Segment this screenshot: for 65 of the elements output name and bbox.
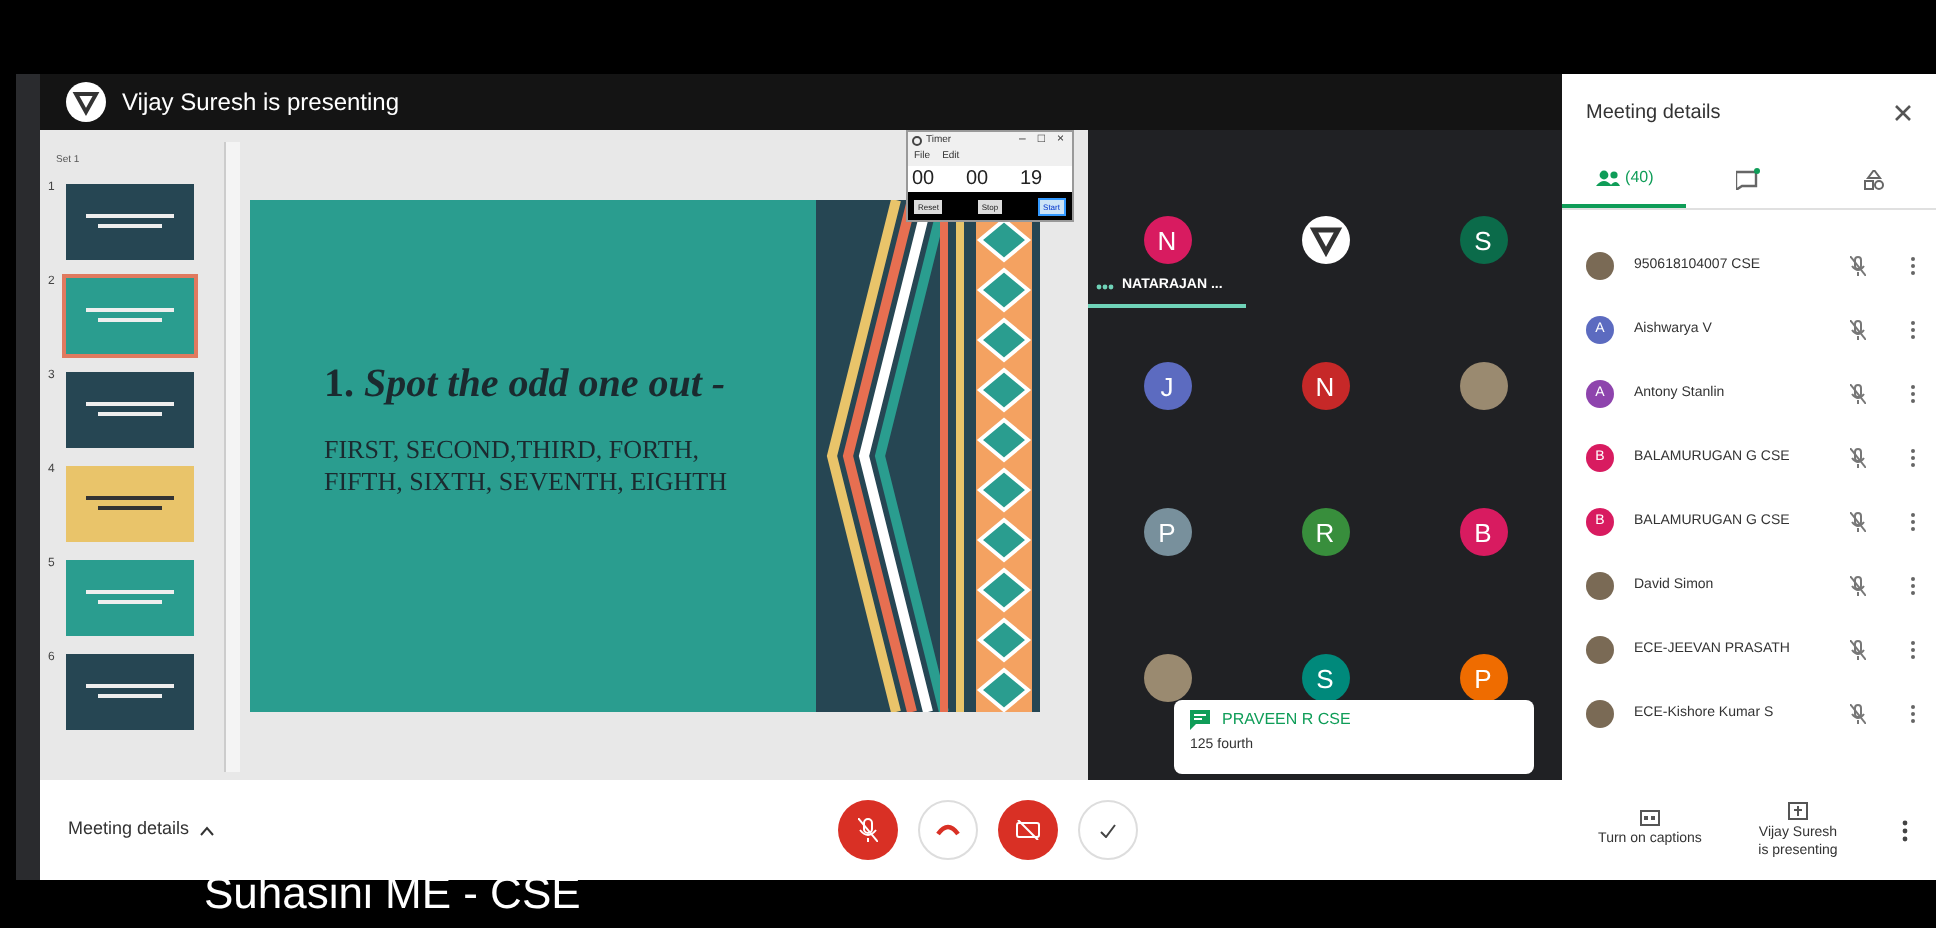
mic-off-icon[interactable] — [1850, 512, 1866, 532]
more-icon[interactable] — [1910, 704, 1916, 724]
presenter-logo-icon — [66, 82, 106, 122]
more-icon[interactable] — [1910, 576, 1916, 596]
sender-name: PRAVEEN R CSE — [1222, 708, 1351, 732]
people-icon — [1595, 169, 1620, 185]
time-field[interactable]: 00 — [912, 166, 960, 192]
mic-off-icon[interactable] — [1850, 384, 1866, 404]
chevron-up-icon — [199, 825, 214, 835]
text-lines-drawing — [86, 211, 174, 231]
slide-heading: 1. Spot the odd one out - — [324, 359, 728, 409]
panel-title: Meeting details — [1586, 99, 1721, 127]
participant-avatar: P — [1143, 508, 1191, 556]
camera-off-icon — [1016, 820, 1040, 840]
more-icon[interactable] — [1910, 320, 1916, 340]
hang-up-button[interactable] — [918, 800, 978, 860]
more-icon[interactable] — [1910, 384, 1916, 404]
clock-icon — [912, 136, 922, 146]
presenter-title: Vijay Suresh is presenting — [122, 86, 400, 120]
text-lines-drawing — [86, 399, 174, 419]
dots-icon — [1096, 283, 1114, 290]
text-lines-drawing — [86, 587, 174, 607]
text-lines-drawing — [86, 493, 174, 513]
time-field[interactable]: 19 — [1020, 166, 1068, 192]
participant-avatar: J — [1143, 362, 1191, 410]
shapes-icon — [1863, 169, 1884, 189]
slide-thumbnail[interactable] — [62, 273, 198, 357]
slide-body-text: FIRST, SECOND,THIRD, FORTH, FIFTH, SIXTH, SEVENTH, EIGHTH — [324, 433, 729, 497]
photo-placeholder — [1586, 252, 1614, 280]
panel-tab[interactable]: (40) — [1562, 150, 1687, 208]
mic-off-icon[interactable] — [1850, 576, 1866, 596]
camera-button[interactable] — [998, 800, 1058, 860]
participant-avatar: S — [1459, 216, 1507, 264]
photo-placeholder — [1586, 700, 1614, 728]
text-lines-drawing — [86, 681, 174, 701]
check-button[interactable] — [1078, 800, 1138, 860]
time-field[interactable]: 00 — [966, 166, 1014, 192]
captions-icon — [1640, 809, 1660, 826]
mic-off-icon[interactable] — [1850, 448, 1866, 468]
mic-off-icon[interactable] — [1850, 320, 1866, 340]
mic-off-icon[interactable] — [1850, 704, 1866, 724]
participant-avatar: S — [1301, 654, 1349, 702]
meeting-details-button[interactable]: Meeting details — [68, 816, 838, 844]
check-icon — [1100, 823, 1116, 837]
participant-avatar: N — [1301, 362, 1349, 410]
text-lines-drawing — [86, 305, 174, 325]
participant-avatar: B — [1459, 508, 1507, 556]
participant-avatar: N — [1143, 216, 1191, 264]
more-icon[interactable] — [1910, 256, 1916, 276]
mic-off-icon[interactable] — [1850, 640, 1866, 660]
photo-placeholder — [1586, 572, 1614, 600]
mic-off-icon[interactable] — [1850, 256, 1866, 276]
chat-icon — [1190, 710, 1210, 730]
present-icon — [1788, 801, 1808, 819]
participant-avatar: R — [1301, 508, 1349, 556]
participant-avatar: P — [1459, 654, 1507, 702]
microphone-button[interactable] — [838, 800, 898, 860]
photo-placeholder — [1586, 636, 1614, 664]
more-icon[interactable] — [1910, 448, 1916, 468]
more-icon[interactable] — [1902, 819, 1908, 841]
more-icon[interactable] — [1910, 640, 1916, 660]
mic-off-icon — [858, 818, 878, 842]
close-icon[interactable] — [1894, 103, 1912, 121]
more-icon[interactable] — [1910, 512, 1916, 532]
phone-icon — [936, 824, 960, 836]
